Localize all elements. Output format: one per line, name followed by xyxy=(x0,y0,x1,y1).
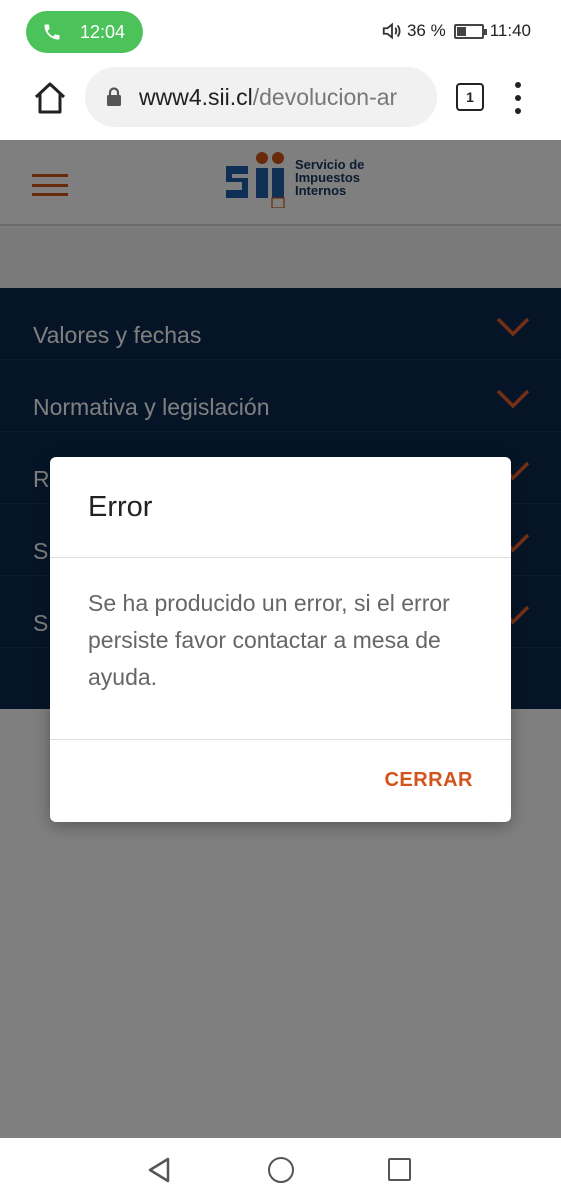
back-icon[interactable] xyxy=(146,1157,172,1183)
dialog-title: Error xyxy=(88,491,153,523)
system-navigation-bar xyxy=(0,1138,561,1200)
divider xyxy=(50,739,511,740)
call-timer: 12:04 xyxy=(80,21,126,42)
menu-dot-icon xyxy=(515,82,521,88)
tab-switcher-button[interactable]: 1 xyxy=(456,83,484,111)
battery-percent: 36 % xyxy=(406,21,446,40)
battery-icon xyxy=(453,23,487,39)
browser-menu-button[interactable] xyxy=(508,80,528,116)
dialog-message: Se ha producido un error, si el error pe… xyxy=(88,590,450,690)
browser-toolbar: www4.sii.cl/devolucion-ar 1 xyxy=(0,64,561,140)
close-button[interactable]: CERRAR xyxy=(384,769,473,792)
phone-icon xyxy=(44,24,60,40)
home-nav-icon[interactable] xyxy=(268,1157,294,1183)
volume-icon xyxy=(382,22,401,40)
menu-dot-icon xyxy=(515,95,521,101)
clock: 11:40 xyxy=(489,21,531,40)
url-path: /devolucion-ar xyxy=(252,83,398,110)
lock-icon xyxy=(107,87,121,106)
ongoing-call-pill[interactable]: 12:04 xyxy=(26,11,143,53)
recent-apps-icon[interactable] xyxy=(388,1158,411,1181)
url-host: www4.sii.cl xyxy=(139,83,253,110)
status-bar: 12:04 36 % 11:40 xyxy=(0,0,561,64)
menu-dot-icon xyxy=(515,108,521,114)
divider xyxy=(50,557,511,558)
error-dialog: Error Se ha producido un error, si el er… xyxy=(50,457,511,822)
address-bar[interactable]: www4.sii.cl/devolucion-ar xyxy=(85,67,437,127)
home-icon[interactable] xyxy=(30,78,70,118)
